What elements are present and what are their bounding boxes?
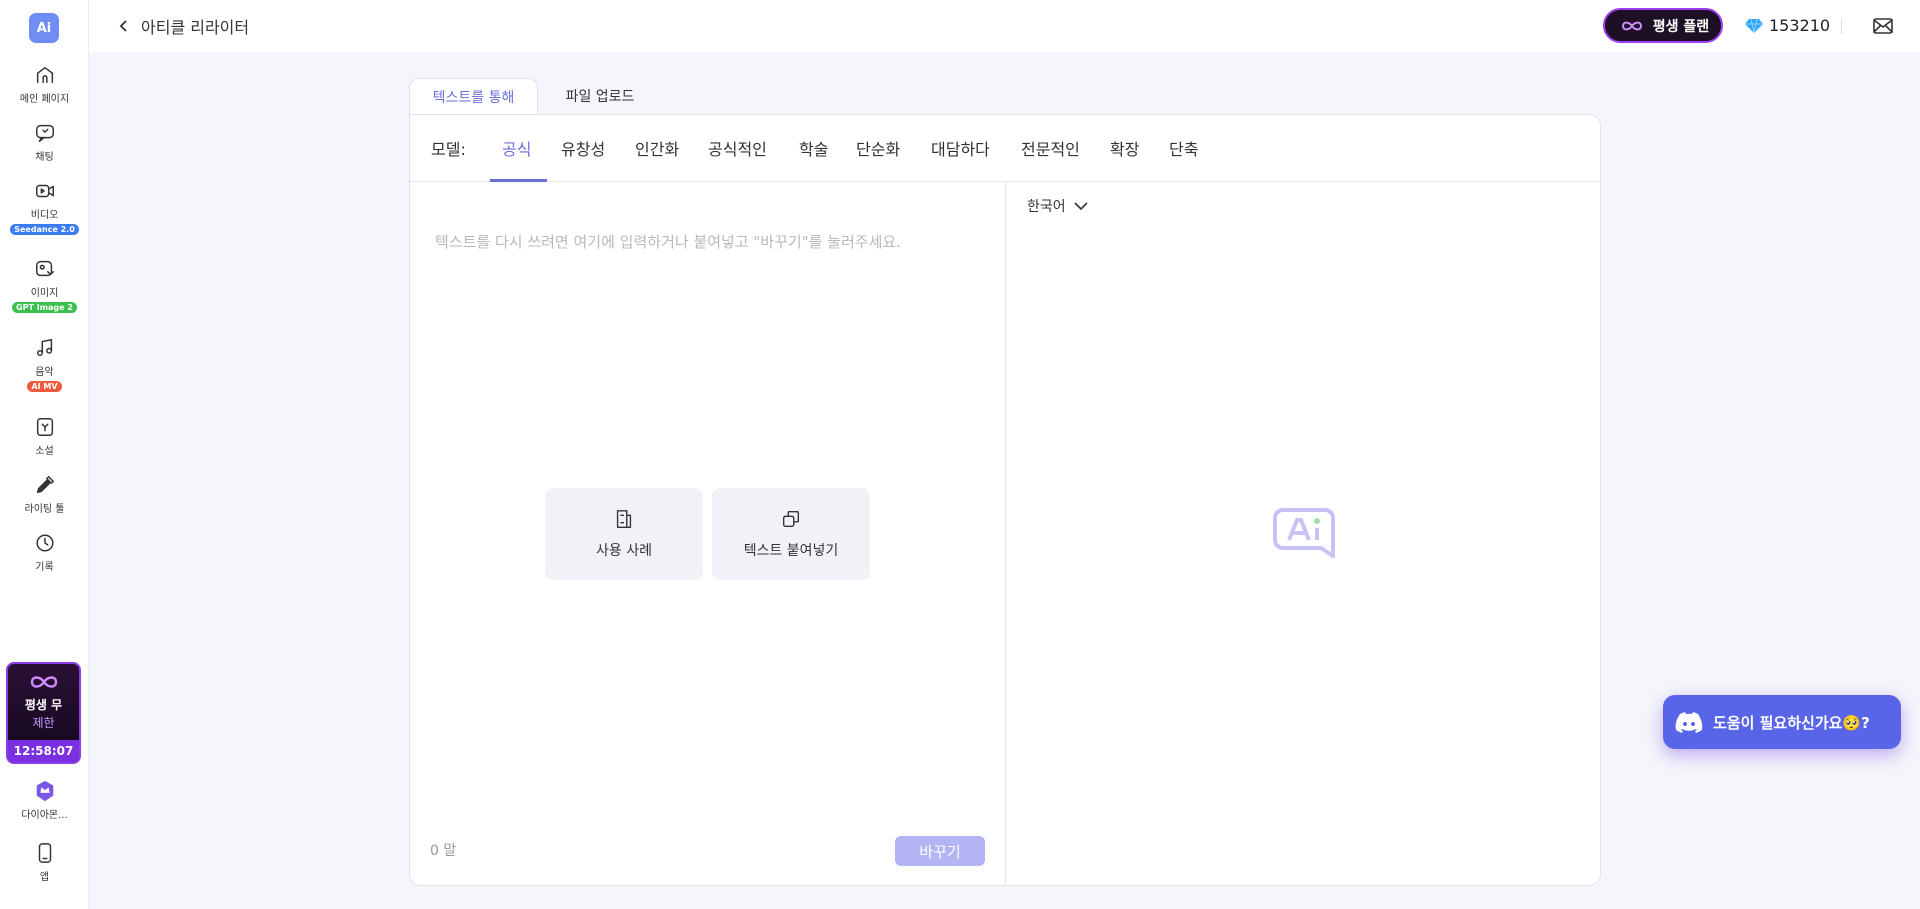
promo-subtitle: 제한 <box>32 716 55 730</box>
home-icon <box>36 66 53 84</box>
active-model-indicator <box>490 179 547 182</box>
sidebar: Ai 메인 페이지 채팅 비디오 Seedance 2.0 이미지 GPT Im… <box>0 0 89 909</box>
back-button[interactable]: 아티클 리라이터 <box>117 14 249 38</box>
sidebar-item-label: 앱 <box>39 872 50 883</box>
sidebar-item-label: 이미지 <box>30 288 59 299</box>
promo-countdown: 12:58:07 <box>8 740 79 762</box>
paste-label: 텍스트 붙여넣기 <box>743 543 839 559</box>
model-option-academic[interactable]: 학술 <box>799 136 828 160</box>
example-label: 사용 사례 <box>596 543 652 559</box>
model-option-fluency[interactable]: 유창성 <box>561 136 605 160</box>
gpt-image-badge: GPT Image 2 <box>12 302 77 313</box>
language-select[interactable]: 한국어 <box>1027 196 1090 216</box>
sidebar-item-home[interactable]: 메인 페이지 <box>0 64 89 105</box>
credits-display[interactable]: 153210 <box>1745 16 1830 35</box>
sidebar-item-novel[interactable]: 소설 <box>0 416 89 457</box>
music-icon <box>36 339 52 357</box>
phone-icon <box>38 843 51 863</box>
sidebar-item-video[interactable]: 비디오 Seedance 2.0 <box>0 180 89 235</box>
image-icon <box>35 260 54 277</box>
ai-placeholder-logo <box>1273 508 1335 558</box>
help-label: 도움이 필요하신가요🥺? <box>1713 713 1870 732</box>
infinity-icon <box>8 671 79 693</box>
sidebar-item-image[interactable]: 이미지 GPT Image 2 <box>0 258 89 313</box>
infinity-icon <box>1621 21 1642 30</box>
example-button[interactable]: 사용 사례 <box>545 488 703 580</box>
model-option-bold[interactable]: 대담하다 <box>931 136 990 160</box>
model-option-professional[interactable]: 전문적인 <box>1021 136 1080 160</box>
header-divider <box>1841 18 1842 34</box>
paste-text-button[interactable]: 텍스트 붙여넣기 <box>712 488 870 580</box>
rewriter-card: 모델: 공식 유창성 인간화 공식적인 학술 단순화 대담하다 전문적인 확장 … <box>409 114 1601 886</box>
crown-badge-icon <box>36 780 53 802</box>
copy-icon <box>782 510 800 528</box>
sidebar-item-label: 음악 <box>35 367 54 378</box>
page-title: 아티클 리라이터 <box>141 18 250 37</box>
sidebar-item-writing-tool[interactable]: 라이팅 툴 <box>0 474 89 515</box>
model-option-official[interactable]: 공식적인 <box>708 136 767 160</box>
panel-divider <box>1005 182 1006 886</box>
sidebar-item-history[interactable]: 기록 <box>0 532 89 573</box>
help-discord-button[interactable]: 도움이 필요하신가요🥺? <box>1663 695 1901 749</box>
word-count: 0 말 <box>430 843 457 859</box>
credits-count: 153210 <box>1769 16 1831 35</box>
sidebar-item-chat[interactable]: 채팅 <box>0 122 89 163</box>
top-bar: 아티클 리라이터 평생 플랜 153210 T <box>89 0 1920 52</box>
sidebar-item-label: 기록 <box>35 562 54 573</box>
model-selector: 모델: 공식 유창성 인간화 공식적인 학술 단순화 대담하다 전문적인 확장 … <box>410 115 1600 182</box>
sidebar-item-label: 채팅 <box>35 152 54 163</box>
language-value: 한국어 <box>1027 199 1066 215</box>
lifetime-plan-button[interactable]: 평생 플랜 <box>1603 8 1723 43</box>
sidebar-item-label: 라이팅 툴 <box>24 504 65 515</box>
diamond-icon <box>1745 18 1763 33</box>
model-option-expand[interactable]: 확장 <box>1110 136 1139 160</box>
lifetime-promo-card[interactable]: 평생 무 제한 12:58:07 <box>6 662 81 764</box>
logo-text: Ai <box>36 20 52 36</box>
sidebar-item-app[interactable]: 앱 <box>0 842 89 883</box>
plan-label: 평생 플랜 <box>1652 18 1710 35</box>
tab-text-input[interactable]: 텍스트를 통해 <box>409 78 538 114</box>
rewrite-button[interactable]: 바꾸기 <box>895 836 985 866</box>
chevron-left-icon <box>119 20 127 32</box>
model-label: 모델: <box>431 140 466 159</box>
sidebar-item-label: 메인 페이지 <box>19 94 70 105</box>
input-textarea[interactable]: 텍스트를 다시 쓰려면 여기에 입력하거나 붙여넣고 "바꾸기"를 눌러주세요. <box>435 231 901 252</box>
sidebar-item-diamond[interactable]: 다이아몬... <box>0 780 89 821</box>
video-icon <box>35 184 54 198</box>
sidebar-item-label: 다이아몬... <box>21 810 68 821</box>
history-icon <box>35 534 54 552</box>
sidebar-item-label: 소설 <box>35 446 54 457</box>
promo-title: 평생 무 <box>24 698 63 712</box>
mail-button[interactable] <box>1871 14 1895 38</box>
model-option-shorten[interactable]: 단축 <box>1169 136 1198 160</box>
model-option-formal[interactable]: 공식 <box>502 136 531 160</box>
chevron-down-icon <box>1074 202 1088 211</box>
chat-icon <box>35 124 54 142</box>
sidebar-item-music[interactable]: 음악 AI MV <box>0 337 89 392</box>
tab-file-upload[interactable]: 파일 업로드 <box>545 78 655 114</box>
seedance-badge: Seedance 2.0 <box>10 224 79 235</box>
mail-icon <box>1873 18 1893 34</box>
model-option-simplify[interactable]: 단순화 <box>856 136 900 160</box>
pen-icon <box>36 476 54 494</box>
ai-mv-badge: AI MV <box>27 381 62 392</box>
app-logo[interactable]: Ai <box>29 13 59 43</box>
novel-icon <box>36 418 53 436</box>
sidebar-item-label: 비디오 <box>30 210 59 221</box>
model-option-humanize[interactable]: 인간화 <box>635 136 679 160</box>
discord-icon <box>1675 712 1703 733</box>
document-icon <box>616 510 632 528</box>
